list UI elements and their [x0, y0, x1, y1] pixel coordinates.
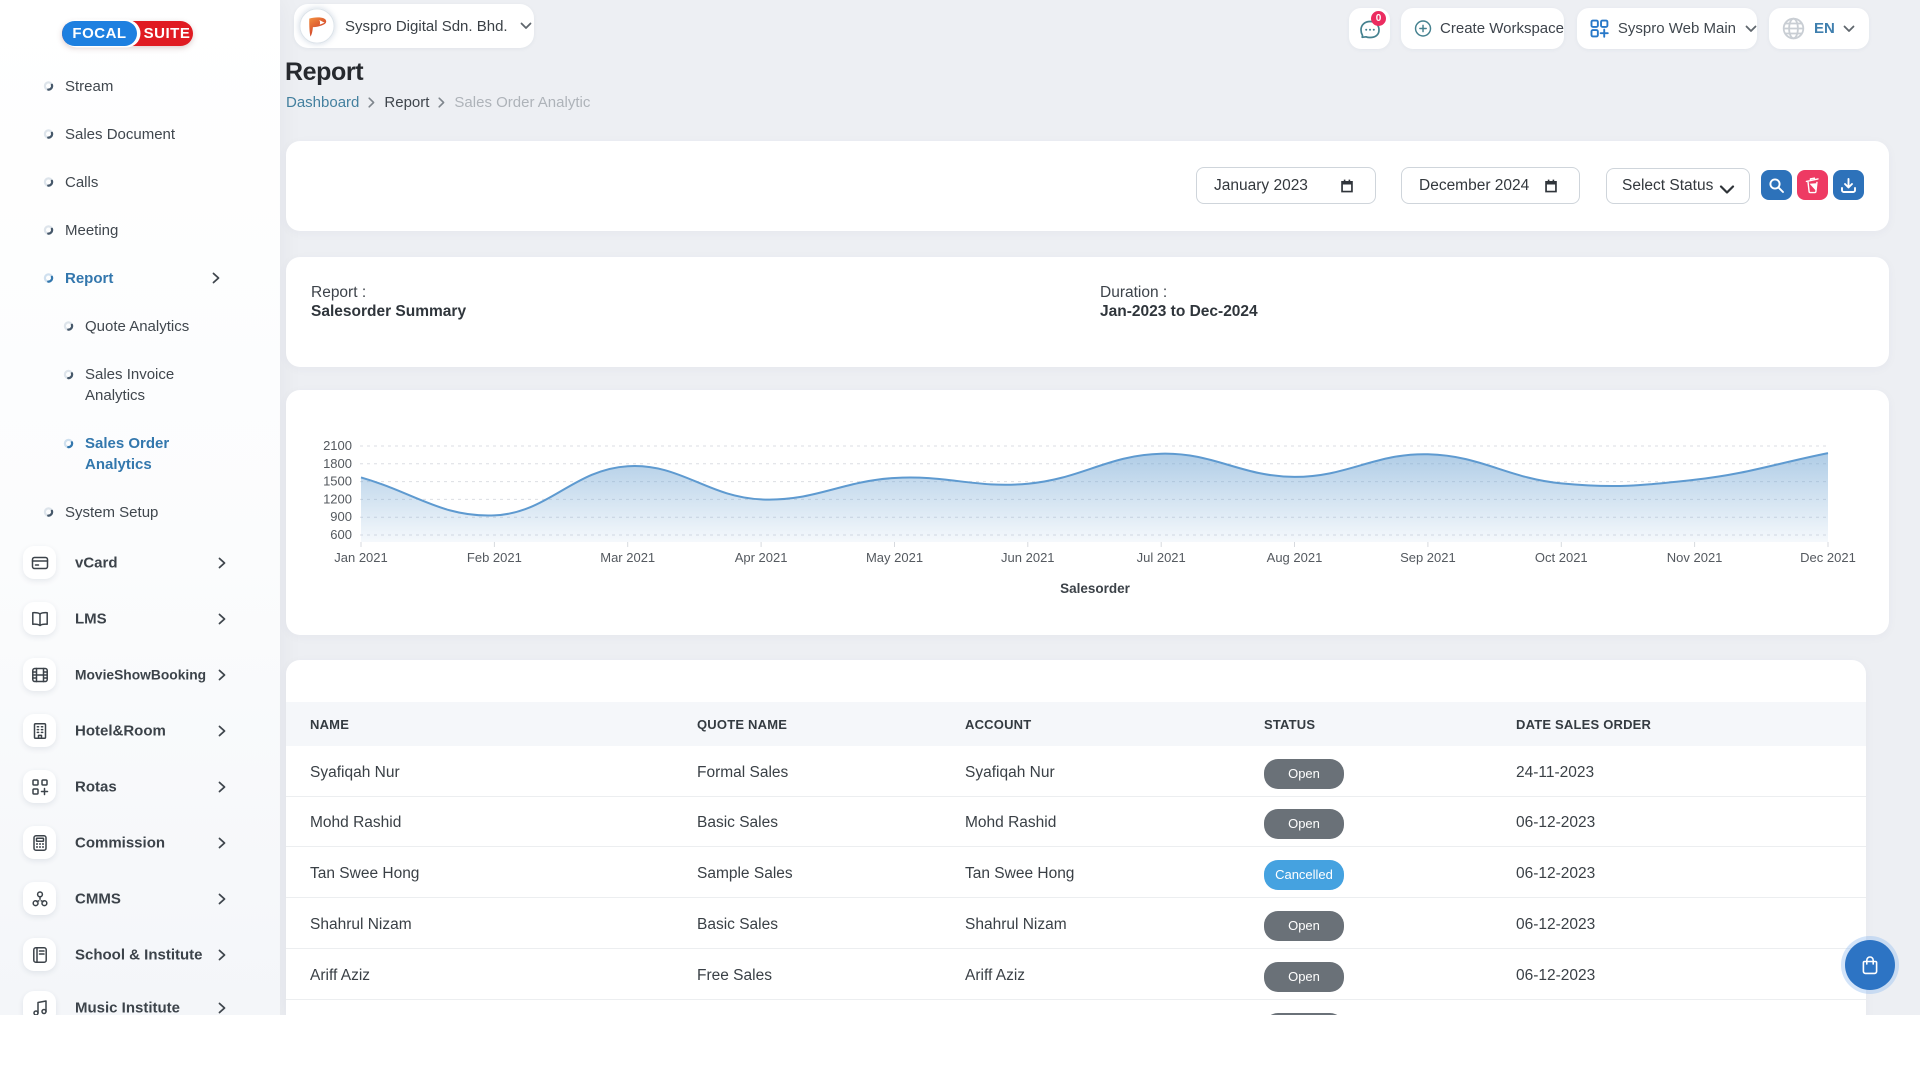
svg-text:Oct 2021: Oct 2021	[1535, 550, 1588, 565]
svg-text:600: 600	[330, 527, 352, 542]
svg-text:1200: 1200	[323, 491, 352, 506]
svg-text:Jul 2021: Jul 2021	[1137, 550, 1186, 565]
svg-text:Jan 2021: Jan 2021	[334, 550, 388, 565]
svg-text:Feb 2021: Feb 2021	[467, 550, 522, 565]
svg-text:1500: 1500	[323, 474, 352, 489]
svg-text:2100: 2100	[323, 438, 352, 453]
svg-text:Sep 2021: Sep 2021	[1400, 550, 1456, 565]
svg-text:Jun 2021: Jun 2021	[1001, 550, 1055, 565]
svg-text:900: 900	[330, 509, 352, 524]
svg-text:Mar 2021: Mar 2021	[600, 550, 655, 565]
svg-text:Nov 2021: Nov 2021	[1667, 550, 1723, 565]
svg-text:May 2021: May 2021	[866, 550, 923, 565]
svg-text:Dec 2021: Dec 2021	[1800, 550, 1856, 565]
svg-text:1800: 1800	[323, 456, 352, 471]
svg-text:Apr 2021: Apr 2021	[735, 550, 788, 565]
svg-text:Salesorder: Salesorder	[1060, 581, 1131, 596]
svg-text:Aug 2021: Aug 2021	[1267, 550, 1323, 565]
